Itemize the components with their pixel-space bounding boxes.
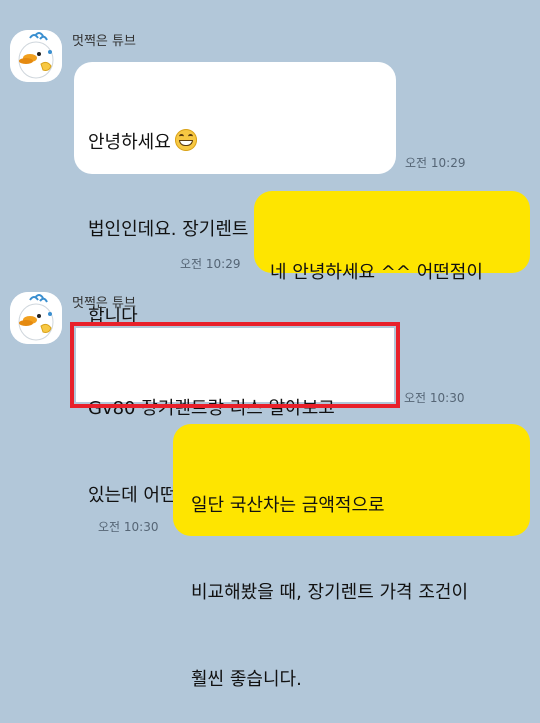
- message-bubble[interactable]: 네 안녕하세요 ^^ 어떤점이 궁금하신가요: [254, 191, 530, 370]
- avatar[interactable]: [10, 292, 62, 344]
- message-line: 비교해봤을 때, 장기렌트 가격 조건이: [191, 582, 469, 603]
- grinning-emoji-icon: [174, 129, 197, 151]
- message-bubble[interactable]: 일단 국산차는 금액적으로 비교해봤을 때, 장기렌트 가격 조건이 훨씬 좋습…: [173, 424, 530, 690]
- message-time: 오전 10:29: [180, 257, 241, 271]
- message-time: 오전 10:30: [404, 391, 465, 405]
- avatar[interactable]: [10, 30, 62, 82]
- message-time: 오전 10:30: [98, 520, 159, 534]
- duck-avatar-icon: [10, 30, 62, 82]
- message-time: 오전 10:29: [405, 156, 466, 170]
- message-line: Gv80 장기렌트랑 리스 알아보고: [88, 398, 335, 419]
- sender-name: 멋쩍은 튜브: [72, 296, 136, 311]
- message-bubble-highlighted[interactable]: Gv80 장기렌트랑 리스 알아보고 있는데 어떤게 좋을까 싶어서요: [70, 322, 400, 506]
- message-line: 안녕하세요: [88, 132, 171, 153]
- message-line: 훨씬 좋습니다.: [191, 669, 302, 690]
- duck-avatar-icon: [10, 292, 62, 344]
- message-line: 일단 국산차는 금액적으로: [191, 495, 385, 516]
- message-line: 네 안녕하세요 ^^ 어떤점이: [270, 262, 483, 283]
- message-bubble[interactable]: 안녕하세요 법인인데요. 장기렌트 알아보려고 합니다: [74, 62, 396, 327]
- sender-name: 멋쩍은 튜브: [72, 34, 136, 49]
